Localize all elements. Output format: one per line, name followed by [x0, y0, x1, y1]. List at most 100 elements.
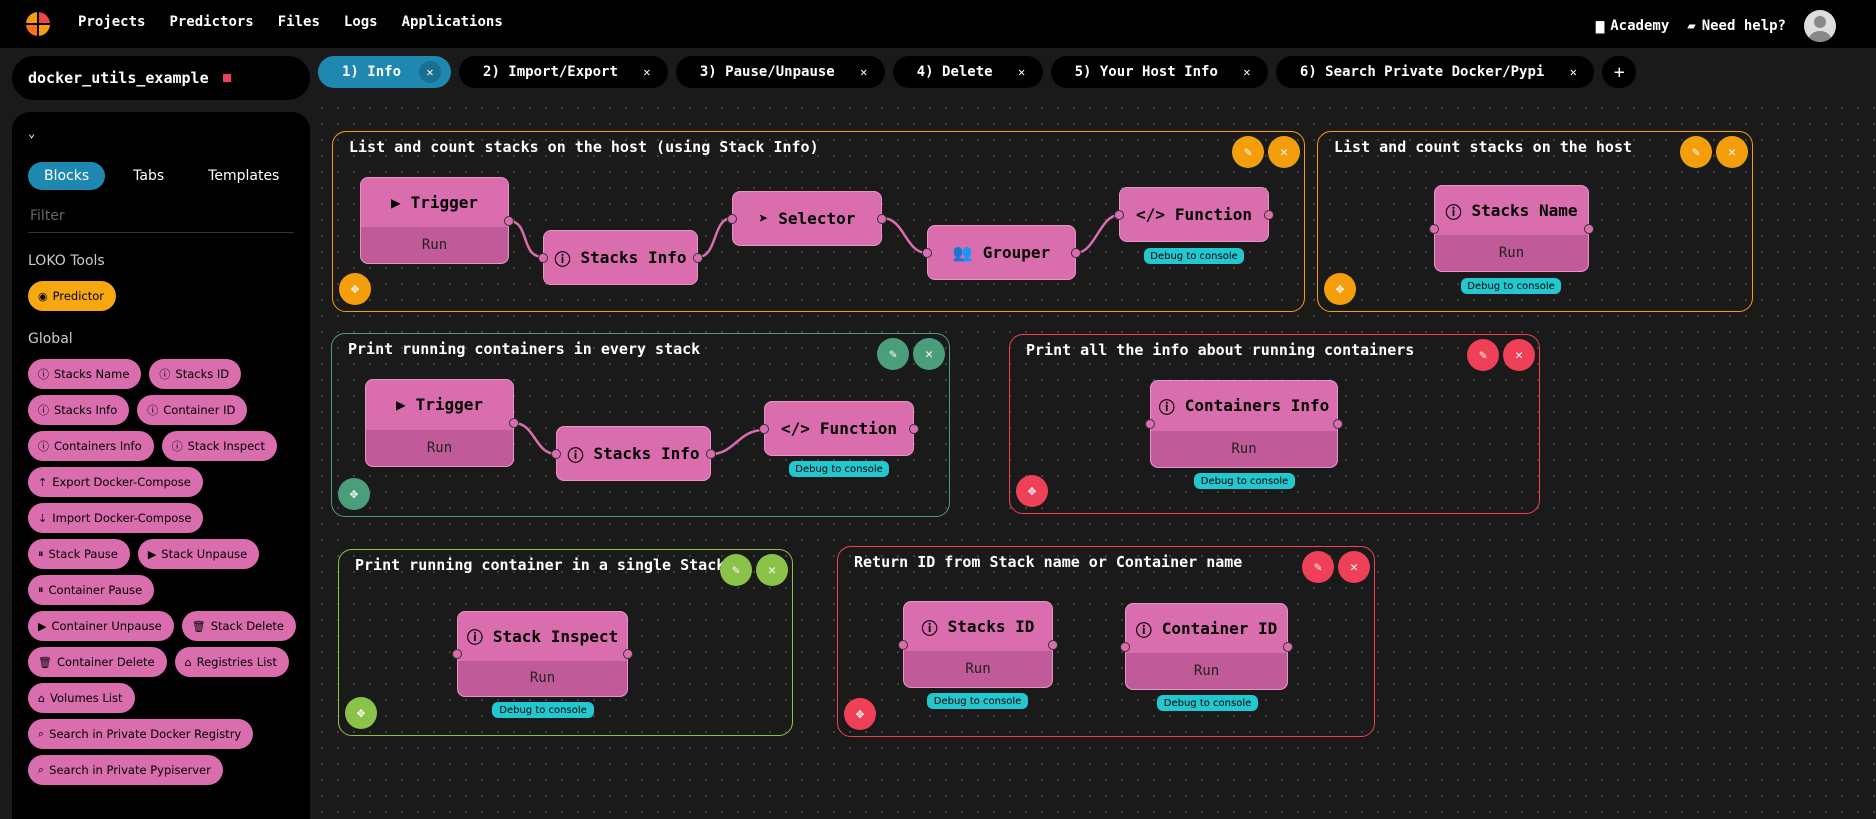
block-stack-pause[interactable]: ⏸ Stack Pause [28, 539, 130, 569]
node-trigger[interactable]: ▶ Trigger Run [365, 379, 519, 467]
nav-predictors[interactable]: Predictors [169, 14, 253, 30]
node-stacks-id[interactable]: ⓘ Stacks ID Run [898, 601, 1058, 688]
move-icon[interactable]: ✥ [1016, 475, 1048, 507]
run-button[interactable]: Run [1151, 430, 1337, 467]
node-function[interactable]: </> Function [759, 401, 919, 456]
chevron-down-icon[interactable]: ⌄ [28, 126, 294, 140]
debug-badge[interactable]: Debug to console [1144, 248, 1244, 264]
help-link[interactable]: ▰ Need help? [1687, 18, 1786, 34]
close-icon[interactable]: ✕ [756, 554, 788, 586]
close-icon[interactable]: ✕ [1503, 339, 1535, 371]
nav-applications[interactable]: Applications [402, 14, 503, 30]
avatar[interactable] [1804, 10, 1836, 42]
block-registries-list[interactable]: ⌂ Registries List [174, 647, 289, 677]
output-port[interactable] [623, 649, 633, 659]
input-port[interactable] [538, 252, 548, 263]
project-name-box[interactable]: docker_utils_example [12, 56, 310, 100]
move-icon[interactable]: ✥ [338, 478, 370, 510]
block-stack-unpause[interactable]: ▶ Stack Unpause [137, 539, 260, 569]
debug-badge[interactable]: Debug to console [1461, 278, 1561, 294]
edit-icon[interactable]: ✎ [1302, 551, 1334, 583]
output-port[interactable] [504, 215, 514, 226]
edit-icon[interactable]: ✎ [720, 554, 752, 586]
input-port[interactable] [551, 448, 561, 459]
block-container-id[interactable]: ⓘ Container ID [137, 395, 248, 425]
debug-badge[interactable]: Debug to console [492, 702, 594, 718]
debug-badge[interactable]: Debug to console [1194, 473, 1295, 489]
block-stack-delete[interactable]: 🗑 Stack Delete [181, 611, 296, 641]
output-port[interactable] [706, 448, 716, 459]
input-port[interactable] [922, 247, 932, 258]
close-icon[interactable]: ✕ [1562, 61, 1584, 83]
block-stack-inspect[interactable]: ⓘ Stack Inspect [161, 431, 277, 461]
edit-icon[interactable]: ✎ [1232, 136, 1264, 168]
tab-info[interactable]: 1) Info ✕ [318, 56, 452, 88]
tab-pause-unpause[interactable]: 3) Pause/Unpause ✕ [675, 56, 885, 88]
edit-icon[interactable]: ✎ [877, 338, 909, 370]
debug-badge[interactable]: Debug to console [789, 461, 889, 477]
block-search-docker-registry[interactable]: ⌕ Search in Private Docker Registry [28, 719, 254, 749]
input-port[interactable] [452, 649, 462, 659]
node-stacks-info[interactable]: ⓘ Stacks Info [538, 230, 703, 285]
move-icon[interactable]: ✥ [345, 697, 377, 729]
close-icon[interactable]: ✕ [853, 61, 875, 83]
move-icon[interactable]: ✥ [339, 273, 371, 305]
tab-import-export[interactable]: 2) Import/Export ✕ [459, 56, 668, 88]
sidebar-tab-blocks[interactable]: Blocks [28, 162, 106, 190]
input-port[interactable] [1145, 419, 1155, 429]
close-icon[interactable]: ✕ [1236, 61, 1258, 83]
block-stacks-id[interactable]: ⓘ Stacks ID [149, 359, 242, 389]
node-container-id[interactable]: ⓘ Container ID Run [1120, 603, 1293, 690]
run-button[interactable]: Run [366, 429, 513, 466]
node-stack-inspect[interactable]: ⓘ Stack Inspect Run [452, 611, 633, 697]
add-tab-button[interactable]: + [1602, 56, 1637, 88]
input-port[interactable] [1114, 209, 1124, 220]
node-containers-info[interactable]: ⓘ Containers Info Run [1145, 380, 1343, 468]
node-trigger[interactable]: ▶ Trigger Run [360, 177, 514, 264]
nav-projects[interactable]: Projects [78, 14, 145, 30]
output-port[interactable] [1048, 639, 1058, 650]
block-container-pause[interactable]: ⏸ Container Pause [28, 575, 155, 605]
input-port[interactable] [1120, 641, 1130, 652]
block-container-unpause[interactable]: ▶ Container Unpause [28, 611, 174, 641]
academy-link[interactable]: ▆ Academy [1596, 18, 1669, 34]
close-icon[interactable]: ✕ [636, 61, 658, 83]
run-button[interactable]: Run [1126, 653, 1287, 689]
filter-input[interactable]: Filter [28, 202, 294, 233]
close-icon[interactable]: ✕ [419, 61, 442, 83]
block-export-docker-compose[interactable]: ⇡ Export Docker-Compose [28, 467, 203, 497]
output-port[interactable] [1333, 419, 1343, 429]
output-port[interactable] [509, 418, 519, 428]
sidebar-tab-templates[interactable]: Templates [192, 162, 295, 190]
node-grouper[interactable]: 👥 Grouper [922, 225, 1081, 280]
tab-delete[interactable]: 4) Delete ✕ [892, 56, 1043, 88]
block-stacks-name[interactable]: ⓘ Stacks Name [28, 359, 142, 389]
run-button[interactable]: Run [458, 660, 627, 696]
block-search-pypiserver[interactable]: ⌕ Search in Private Pypiserver [28, 755, 223, 785]
run-button[interactable]: Run [904, 651, 1052, 687]
tab-host-info[interactable]: 5) Your Host Info ✕ [1050, 56, 1268, 88]
node-function[interactable]: </> Function [1114, 187, 1274, 242]
tab-search-private[interactable]: 6) Search Private Docker/Pypi ✕ [1275, 56, 1595, 88]
edit-icon[interactable]: ✎ [1467, 339, 1499, 371]
block-import-docker-compose[interactable]: ⇣ Import Docker-Compose [28, 503, 204, 533]
output-port[interactable] [909, 423, 919, 434]
run-button[interactable]: Run [1435, 235, 1588, 271]
move-icon[interactable]: ✥ [1324, 273, 1356, 305]
sidebar-tab-tabs[interactable]: Tabs [117, 162, 180, 190]
input-port[interactable] [727, 213, 737, 224]
block-containers-info[interactable]: ⓘ Containers Info [28, 431, 154, 461]
node-selector[interactable]: ➤ Selector [727, 191, 887, 246]
output-port[interactable] [1584, 223, 1594, 234]
output-port[interactable] [1264, 209, 1274, 220]
debug-badge[interactable]: Debug to console [1157, 695, 1258, 711]
run-button[interactable]: Run [361, 227, 508, 263]
close-icon[interactable]: ✕ [1268, 136, 1300, 168]
input-port[interactable] [898, 639, 908, 650]
input-port[interactable] [759, 423, 769, 434]
node-stacks-name[interactable]: ⓘ Stacks Name Run [1429, 185, 1594, 272]
nav-logs[interactable]: Logs [344, 14, 378, 30]
block-volumes-list[interactable]: ⌂ Volumes List [28, 683, 135, 713]
output-port[interactable] [1283, 641, 1293, 652]
close-icon[interactable]: ✕ [913, 338, 945, 370]
